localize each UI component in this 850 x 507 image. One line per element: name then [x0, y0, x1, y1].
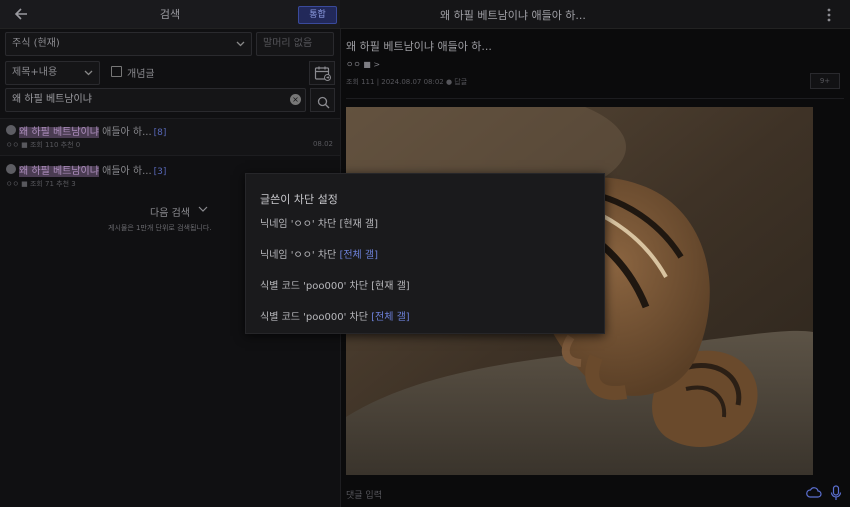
back-arrow-icon[interactable] — [12, 4, 32, 24]
search-type-select[interactable]: 제목+내용 — [5, 61, 100, 85]
mic-icon[interactable] — [830, 485, 842, 501]
chevron-down-icon[interactable] — [198, 203, 208, 218]
block-nickname-all-option[interactable]: 닉네임 'ㅇㅇ' 차단 [전체 갤] — [260, 246, 378, 261]
block-id-current-option[interactable]: 식별 코드 'poo000' 차단 [현재 갤] — [260, 277, 410, 292]
concept-checkbox[interactable] — [111, 66, 122, 77]
result-title: 왜 하필 베트남이냐 애들아 하... [8] — [19, 127, 167, 138]
result-meta: ㅇㅇ ■ 조회 110 추천 0 — [6, 141, 81, 149]
post-title: 왜 하필 베트남이냐 애들아 하... — [346, 40, 492, 53]
divider — [346, 98, 844, 99]
block-author-dialog: 글쓴이 차단 설정 닉네임 'ㅇㅇ' 차단 [현재 갤] 닉네임 'ㅇㅇ' 차단… — [245, 173, 605, 334]
search-type-value: 제목+내용 — [12, 67, 58, 78]
post-icon — [6, 164, 16, 174]
integrated-search-button[interactable]: 통합 — [298, 6, 337, 24]
page-title: 검색 — [159, 8, 181, 21]
calendar-icon — [314, 65, 332, 86]
next-search-button[interactable]: 다음 검색 — [150, 204, 190, 219]
block-id-all-option[interactable]: 식별 코드 'poo000' 차단 [전체 갤] — [260, 308, 410, 323]
calendar-button[interactable] — [309, 61, 335, 85]
post-meta: 조회 111 | 2024.08.07 08:02 ● 답글 — [346, 78, 468, 86]
result-date: 08.02 — [312, 140, 333, 148]
comment-count-button[interactable]: 9+ — [810, 73, 840, 89]
result-item[interactable]: 왜 하필 베트남이냐 애들아 하... [8] ㅇㅇ ■ 조회 110 추천 0 … — [0, 118, 340, 156]
comment-input[interactable]: 댓글 입력 — [346, 488, 382, 501]
board-select[interactable]: 주식 (현재) — [5, 32, 252, 56]
head-filter-input[interactable]: 말머리 없음 — [256, 32, 334, 56]
kebab-menu-icon[interactable] — [823, 6, 835, 24]
search-input[interactable]: 왜 하필 베트남이냐 — [5, 88, 306, 112]
search-icon — [317, 94, 330, 113]
post-author[interactable]: ㅇㅇ ■ > — [346, 59, 380, 70]
concept-checkbox-label[interactable]: 개념글 — [127, 65, 155, 80]
post-header-title: 왜 하필 베트남이냐 애들아 하... — [440, 9, 586, 22]
search-button[interactable] — [310, 88, 335, 112]
board-select-value: 주식 (현재) — [12, 38, 60, 49]
chevron-down-icon — [236, 33, 245, 64]
post-icon — [6, 125, 16, 135]
search-note: 게시물은 1만개 단위로 검색됩니다. — [108, 224, 212, 232]
dialog-title: 글쓴이 차단 설정 — [260, 193, 338, 206]
clear-icon[interactable]: × — [290, 94, 301, 105]
block-nickname-current-option[interactable]: 닉네임 'ㅇㅇ' 차단 [현재 갤] — [260, 215, 378, 230]
result-meta: ㅇㅇ ■ 조회 71 추천 3 — [6, 180, 76, 188]
cloud-icon[interactable] — [806, 485, 822, 501]
result-title: 왜 하필 베트남이냐 애들아 하... [3] — [19, 166, 167, 177]
